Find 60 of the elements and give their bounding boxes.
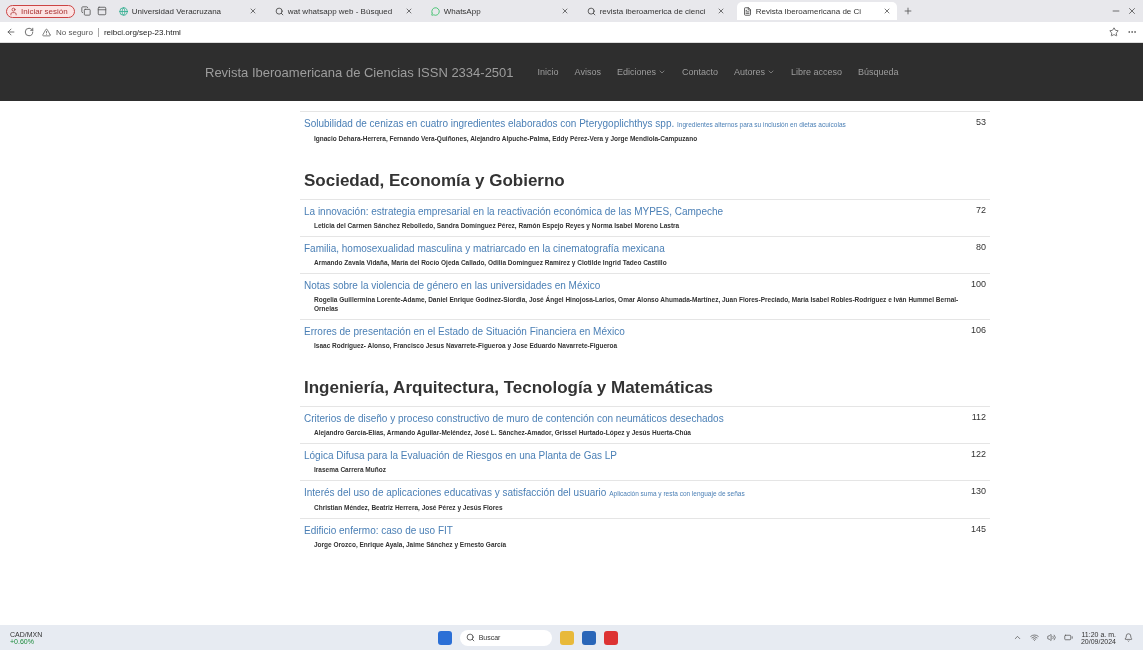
page-number: 106 [970, 325, 986, 337]
close-tab-icon[interactable] [248, 7, 257, 15]
article-link[interactable]: Edificio enfermo: caso de uso FIT [304, 524, 507, 537]
section-heading: Ingeniería, Arquitectura, Tecnología y Matemáticas [304, 378, 715, 398]
page-number: 100 [970, 279, 986, 291]
article-link[interactable]: Errores de presentación en el Estado de Situación Financiera en México [304, 325, 625, 338]
globe-icon [118, 6, 128, 16]
nav-link[interactable]: Inicio [537, 67, 559, 77]
page-number: 80 [976, 242, 986, 254]
wifi-icon[interactable] [1029, 633, 1039, 642]
url-field[interactable]: reibci.org/sep-23.html [103, 27, 181, 37]
browser-tab[interactable]: WhatsApp [424, 2, 575, 20]
close-tab-icon[interactable] [882, 7, 891, 15]
chat-icon [430, 6, 440, 16]
favorite-star-icon[interactable] [1109, 27, 1119, 37]
battery-icon[interactable] [1063, 633, 1073, 642]
security-label: No seguro [56, 27, 93, 37]
tab-panel-icon[interactable] [96, 6, 107, 16]
site-brand[interactable]: Revista Iberoamericana de Ciencias ISSN 2334-2501 [205, 64, 514, 80]
chevron-up-icon[interactable] [1012, 633, 1022, 642]
nav-link[interactable]: Ediciones [616, 67, 666, 77]
copy-icon[interactable] [80, 6, 91, 16]
browser-tab[interactable]: wat whatsapp web - Búsqued [268, 2, 419, 20]
bell-icon[interactable] [1124, 633, 1133, 642]
nav-link[interactable]: Avisos [574, 67, 601, 77]
browser-tab[interactable]: revista iberoamerica de cienci [580, 2, 731, 20]
volume-icon[interactable] [1046, 633, 1056, 642]
nav-link[interactable]: Autores [734, 67, 776, 77]
page-number: 112 [971, 412, 986, 424]
article-link[interactable]: Lógica Difusa para la Evaluación de Riesgos en una Planta de Gas LP [304, 449, 617, 462]
reload-icon[interactable] [24, 27, 34, 37]
page-number: 122 [970, 449, 986, 461]
browser-tab[interactable]: Universidad Veracruzana [112, 2, 263, 20]
article-link[interactable]: La innovación: estrategia empresarial en la reactivación económica de las MYPES, Campeche [304, 205, 724, 218]
page-number: 72 [976, 205, 986, 217]
search-icon [586, 6, 596, 16]
article-link[interactable]: Criterios de diseño y proceso constructivo de muro de contención con neumáticos desechados [304, 412, 724, 425]
close-tab-icon[interactable] [404, 7, 413, 15]
new-tab-icon[interactable] [902, 6, 913, 16]
profile-button[interactable]: Iniciar sesión [6, 4, 75, 18]
browser-tab[interactable]: Revista Iberoamericana de Ci [736, 2, 897, 20]
page-number: 53 [976, 117, 986, 129]
page-number: 130 [970, 486, 986, 498]
section-heading: Sociedad, Economía y Gobierno [304, 171, 566, 191]
user-icon [9, 6, 18, 16]
search-icon [465, 633, 475, 642]
close-tab-icon[interactable] [560, 7, 569, 15]
close-icon[interactable] [1127, 6, 1137, 16]
close-tab-icon[interactable] [716, 7, 725, 15]
search-icon [274, 6, 284, 16]
article-link[interactable]: Notas sobre la violencia de género en las universidades en México [304, 279, 959, 292]
page-icon [742, 6, 752, 16]
nav-link[interactable]: Contacto [681, 67, 718, 77]
nav-link[interactable]: Búsqueda [858, 67, 899, 77]
warning-icon [42, 27, 51, 37]
nav-link[interactable]: Libre acceso [791, 67, 843, 77]
app-icon[interactable] [603, 630, 618, 645]
page-number: 145 [970, 524, 986, 536]
article-link[interactable]: Familia, homosexualidad masculina y matriarcado en la cinematografía mexicana [304, 242, 667, 255]
back-icon[interactable] [6, 27, 16, 37]
